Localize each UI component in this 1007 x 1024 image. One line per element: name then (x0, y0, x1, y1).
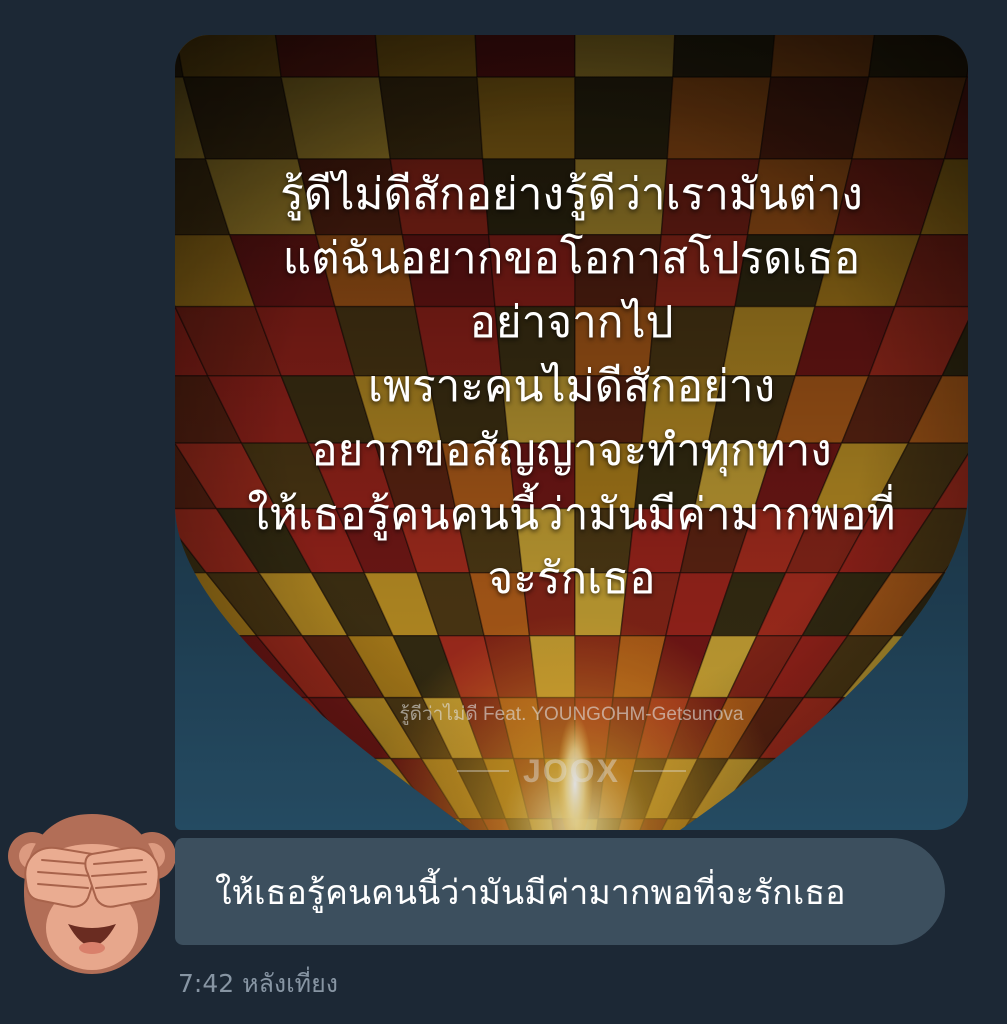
lyric-line-2: แต่ฉันอยากขอโอกาสโปรดเธอ (282, 233, 861, 284)
logo-divider-right (633, 770, 686, 772)
message-timestamp: 7:42 หลังเที่ยง (178, 969, 338, 998)
joox-logo: JOOX (175, 751, 968, 791)
lyric-line-5: อยากขอสัญญาจะทำทุกทาง (311, 425, 832, 476)
monkey-tongue (79, 942, 105, 954)
monkey-emoji (8, 814, 176, 974)
lyrics-image-message[interactable]: รู้ดีไม่ดีสักอย่างรู้ดีว่าเรามันต่าง แต่… (175, 35, 968, 830)
lyrics-text: รู้ดีไม่ดีสักอย่างรู้ดีว่าเรามันต่าง แต่… (175, 163, 968, 611)
see-no-evil-monkey-icon[interactable] (8, 812, 176, 977)
message-text: ให้เธอรู้คนคนนี้ว่ามันมีค่ามากพอที่จะรัก… (215, 872, 846, 913)
chat-view: รู้ดีไม่ดีสักอย่างรู้ดีว่าเรามันต่าง แต่… (0, 0, 1007, 1024)
lyric-line-1: รู้ดีไม่ดีสักอย่างรู้ดีว่าเรามันต่าง (280, 169, 863, 220)
song-caption: รู้ดีว่าไม่ดี Feat. YOUNGOHM-Getsunova (399, 704, 744, 725)
lyric-line-6: ให้เธอรู้คนคนนี้ว่ามันมีค่ามากพอที่ (247, 489, 896, 540)
joox-logo-text: JOOX (523, 752, 620, 789)
lyric-line-4: เพราะคนไม่ดีสักอย่าง (367, 361, 776, 412)
lyric-line-3: อย่าจากไป (469, 297, 674, 348)
text-message-bubble[interactable]: ให้เธอรู้คนคนนี้ว่ามันมีค่ามากพอที่จะรัก… (175, 838, 945, 945)
logo-divider-left (457, 770, 510, 772)
monkey-hand-right (84, 846, 160, 908)
lyric-line-7: จะรักเธอ (487, 553, 656, 604)
